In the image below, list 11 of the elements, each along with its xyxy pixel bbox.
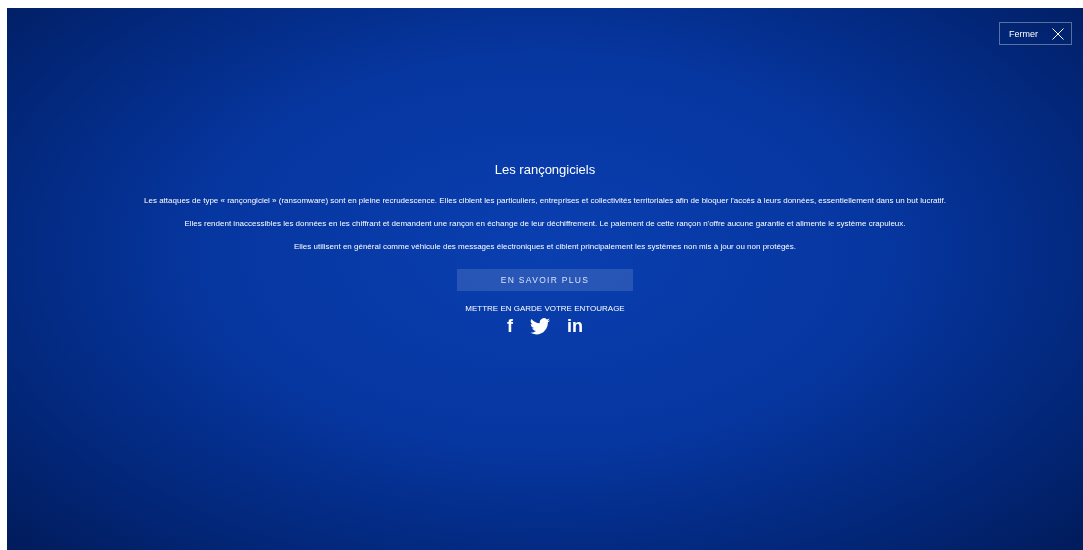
bird-icon[interactable] [530, 317, 550, 335]
paragraph: Elles utilisent en général comme véhicule des messages électroniques et ciblent principalement les systèmes non mis à jour ou non protégés. [293, 242, 796, 251]
share-link[interactable]: in [567, 316, 583, 336]
paragraph: Elles rendent inaccessibles les données en les chiffrant et demandent une rançon en échange de leur déchiffrement. Le paiement de cette rançon n'offre aucune garantie et alimente le système crapuleux. [184, 219, 906, 228]
share-label: METTRE EN GARDE VOTRE ENTOURAGE [465, 304, 625, 313]
paragraph: Les attaques de type « rançongiciel » (ransomware) sont en pleine recrudescence. Elles ciblent les particuliers, entreprises et collectivités territoriales afin de bloquer l'accès à leurs données, essentiellement dans un but lucratif. [144, 196, 946, 205]
close-icon [1052, 27, 1064, 40]
title: Les rançongiciels [494, 162, 596, 177]
share-link[interactable]: f [507, 316, 513, 336]
learn-more-button[interactable]: EN SAVOIR PLUS [457, 269, 633, 291]
close-button[interactable]: Fermer [999, 22, 1072, 45]
